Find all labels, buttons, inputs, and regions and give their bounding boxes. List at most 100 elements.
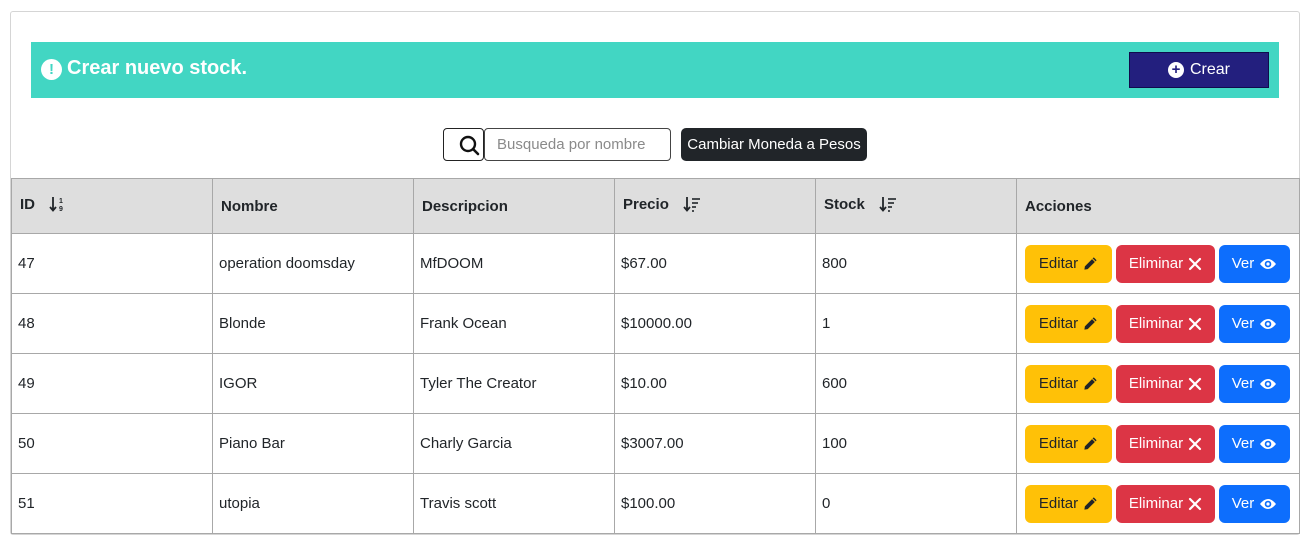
cell-precio: $10000.00 [614,293,816,354]
delete-button-label: Eliminar [1128,435,1184,452]
cell-acciones: Editar Eliminar Ver [1016,413,1300,474]
edit-button[interactable]: Editar [1025,244,1112,283]
view-button-label: Ver [1231,255,1255,272]
edit-button-label: Editar [1038,435,1079,452]
table-header-row: ID 1 9 Nombre Descripcion Precio Stock A… [11,178,1300,234]
cell-acciones: Editar Eliminar Ver [1016,473,1300,534]
edit-button[interactable]: Editar [1025,364,1112,403]
cell-descripcion: Travis scott [413,473,615,534]
cell-stock: 100 [815,413,1017,474]
pencil-icon [1084,497,1097,510]
cell-precio: $67.00 [614,233,816,294]
create-button[interactable]: + Crear [1129,52,1269,88]
cell-stock: 0 [815,473,1017,534]
delete-button-label: Eliminar [1128,255,1184,272]
eye-icon [1260,258,1277,269]
edit-button-label: Editar [1038,315,1079,332]
sort-amount-down-icon[interactable] [683,196,701,212]
column-header-id[interactable]: ID 1 9 [11,178,213,234]
cell-acciones: Editar Eliminar Ver [1016,233,1300,294]
delete-button-label: Eliminar [1128,495,1184,512]
view-button-label: Ver [1231,435,1255,452]
delete-button[interactable]: Eliminar [1116,304,1215,343]
edit-button[interactable]: Editar [1025,304,1112,343]
cell-nombre: Blonde [212,293,414,354]
cell-nombre: Piano Bar [212,413,414,474]
x-icon [1188,317,1202,330]
stock-card: ! Crear nuevo stock. + Crear Cambiar Mon… [10,11,1300,535]
view-button[interactable]: Ver [1219,484,1290,523]
column-label: Stock [824,195,865,213]
cell-nombre: operation doomsday [212,233,414,294]
column-label: Precio [623,195,669,213]
column-header-precio[interactable]: Precio [614,178,816,234]
search-input[interactable] [484,128,671,161]
delete-button[interactable]: Eliminar [1116,244,1215,283]
search-button[interactable] [443,128,484,161]
cell-stock: 600 [815,353,1017,414]
x-icon [1188,497,1202,510]
delete-button-label: Eliminar [1128,315,1184,332]
view-button[interactable]: Ver [1219,424,1290,463]
x-icon [1188,437,1202,450]
x-icon [1188,377,1202,390]
view-button[interactable]: Ver [1219,244,1290,283]
cell-descripcion: Frank Ocean [413,293,615,354]
table-body: 47 operation doomsday MfDOOM $67.00 800 … [11,233,1300,534]
banner-title: Crear nuevo stock. [67,57,248,79]
view-button[interactable]: Ver [1219,304,1290,343]
edit-button[interactable]: Editar [1025,484,1112,523]
delete-button[interactable]: Eliminar [1116,484,1215,523]
column-header-nombre: Nombre [212,178,414,234]
cell-descripcion: Charly Garcia [413,413,615,474]
column-header-acciones: Acciones [1016,178,1300,234]
pencil-icon [1084,257,1097,270]
edit-button-label: Editar [1038,495,1079,512]
column-label: ID [20,195,35,213]
delete-button[interactable]: Eliminar [1116,364,1215,403]
pencil-icon [1084,377,1097,390]
table-row: 48 Blonde Frank Ocean $10000.00 1 Editar… [11,293,1300,354]
cell-precio: $100.00 [614,473,816,534]
cell-nombre: IGOR [212,353,414,414]
sort-numeric-down-icon[interactable]: 1 9 [49,196,67,212]
edit-button-label: Editar [1038,255,1079,272]
table-row: 49 IGOR Tyler The Creator $10.00 600 Edi… [11,353,1300,414]
pencil-icon [1084,437,1097,450]
change-currency-button[interactable]: Cambiar Moneda a Pesos [681,128,867,161]
column-header-descripcion: Descripcion [413,178,615,234]
x-icon [1188,257,1202,270]
eye-icon [1260,438,1277,449]
cell-id: 50 [11,413,213,474]
plus-circle-icon: + [1167,62,1184,78]
table-row: 51 utopia Travis scott $100.00 0 Editar … [11,473,1300,534]
exclamation-circle-icon: ! [41,59,62,80]
eye-icon [1260,498,1277,509]
column-header-stock[interactable]: Stock [815,178,1017,234]
view-button-label: Ver [1231,375,1255,392]
view-button[interactable]: Ver [1219,364,1290,403]
table-row: 50 Piano Bar Charly Garcia $3007.00 100 … [11,413,1300,474]
cell-stock: 800 [815,233,1017,294]
cell-precio: $10.00 [614,353,816,414]
sort-amount-down-icon[interactable] [879,196,897,212]
create-stock-banner: ! Crear nuevo stock. + Crear [31,42,1279,98]
eye-icon [1260,378,1277,389]
create-button-label: Crear [1189,61,1230,78]
cell-descripcion: Tyler The Creator [413,353,615,414]
cell-id: 48 [11,293,213,354]
cell-nombre: utopia [212,473,414,534]
delete-button[interactable]: Eliminar [1116,424,1215,463]
cell-id: 51 [11,473,213,534]
delete-button-label: Eliminar [1128,375,1184,392]
cell-precio: $3007.00 [614,413,816,474]
view-button-label: Ver [1231,315,1255,332]
table-row: 47 operation doomsday MfDOOM $67.00 800 … [11,233,1300,294]
cell-acciones: Editar Eliminar Ver [1016,353,1300,414]
cell-id: 49 [11,353,213,414]
cell-descripcion: MfDOOM [413,233,615,294]
edit-button[interactable]: Editar [1025,424,1112,463]
svg-text:1: 1 [59,198,63,205]
eye-icon [1260,318,1277,329]
view-button-label: Ver [1231,495,1255,512]
